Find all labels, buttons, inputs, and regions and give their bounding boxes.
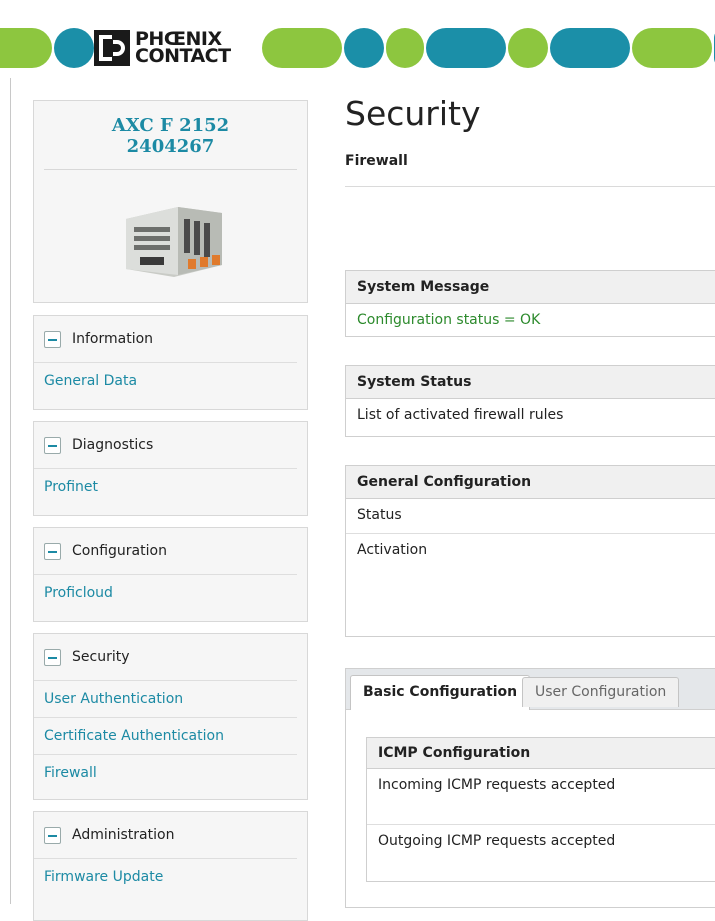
section-header-diagnostics[interactable]: Diagnostics [34,422,297,469]
outgoing-icmp-label: Outgoing ICMP requests accepted [378,833,616,849]
sidebar-item-firmware-update[interactable]: Firmware Update [34,859,297,895]
section-header-configuration[interactable]: Configuration [34,528,297,575]
panel-header: General Configuration [346,466,715,499]
nav-section-administration: Administration Firmware Update [33,811,308,921]
sidebar-item-general-data[interactable]: General Data [34,363,297,399]
nav-section-information: Information General Data [33,315,308,410]
panel-header: ICMP Configuration [367,738,715,769]
section-title: Diagnostics [72,437,154,453]
collapse-minus-icon[interactable] [44,542,61,560]
collapse-minus-icon[interactable] [44,436,61,454]
general-configuration-panel: General Configuration Status Activation [345,465,715,637]
banner-pill [550,28,630,68]
banner-pill [54,28,94,68]
sidebar-item-certificate-authentication[interactable]: Certificate Authentication [34,718,297,755]
banner-pill [0,28,52,68]
logo-mark-icon [94,30,130,66]
sidebar-item-user-authentication[interactable]: User Authentication [34,681,297,718]
brand-banner: PHŒNIX CONTACT [0,25,715,71]
plc-controller-image [126,207,222,277]
tab-bar: Basic Configuration User Configuration [346,669,715,710]
section-header-administration[interactable]: Administration [34,812,297,859]
system-message-panel: System Message Configuration status = OK [345,270,715,337]
status-label: Status [346,499,715,534]
nav-section-diagnostics: Diagnostics Profinet [33,421,308,516]
section-title: Administration [72,827,175,843]
banner-pill [386,28,424,68]
device-card: AXC F 2152 2404267 [33,100,308,303]
banner-pill [508,28,548,68]
tab-user-configuration[interactable]: User Configuration [522,677,680,707]
left-border [10,78,11,904]
banner-pill [262,28,342,68]
icmp-configuration-panel: ICMP Configuration Incoming ICMP request… [366,737,715,882]
collapse-minus-icon[interactable] [44,330,61,348]
banner-pill [426,28,506,68]
nav-section-configuration: Configuration Proficloud [33,527,308,622]
section-header-information[interactable]: Information [34,316,297,363]
tab-basic-configuration[interactable]: Basic Configuration [350,675,531,710]
phoenix-contact-logo: PHŒNIX CONTACT [94,27,231,69]
sidebar-item-profinet[interactable]: Profinet [34,469,297,505]
collapse-minus-icon[interactable] [44,648,61,666]
incoming-icmp-label: Incoming ICMP requests accepted [367,769,715,825]
system-status-panel: System Status List of activated firewall… [345,365,715,437]
firewall-rules-label: List of activated firewall rules [357,407,564,423]
device-model: AXC F 2152 [111,115,230,136]
sidebar-item-firewall[interactable]: Firewall [34,755,297,791]
logo-line2: CONTACT [135,45,231,67]
section-title: Information [72,331,154,347]
divider [44,169,297,170]
sidebar-item-proficloud[interactable]: Proficloud [34,575,297,611]
panel-header: System Status [346,366,715,399]
device-article-number: 2404267 [126,136,215,157]
section-header-security[interactable]: Security [34,634,297,681]
banner-pill [632,28,712,68]
activation-label: Activation [357,542,428,558]
divider [345,186,715,187]
section-title: Security [72,649,130,665]
system-message-text: Configuration status = OK [357,312,541,328]
panel-header: System Message [346,271,715,304]
nav-section-security: Security User Authentication Certificate… [33,633,308,800]
configuration-tabs: Basic Configuration User Configuration I… [345,668,715,908]
page-subtitle: Firewall [345,153,408,169]
banner-pill [344,28,384,68]
section-title: Configuration [72,543,167,559]
page-title: Security [345,94,481,133]
collapse-minus-icon[interactable] [44,826,61,844]
